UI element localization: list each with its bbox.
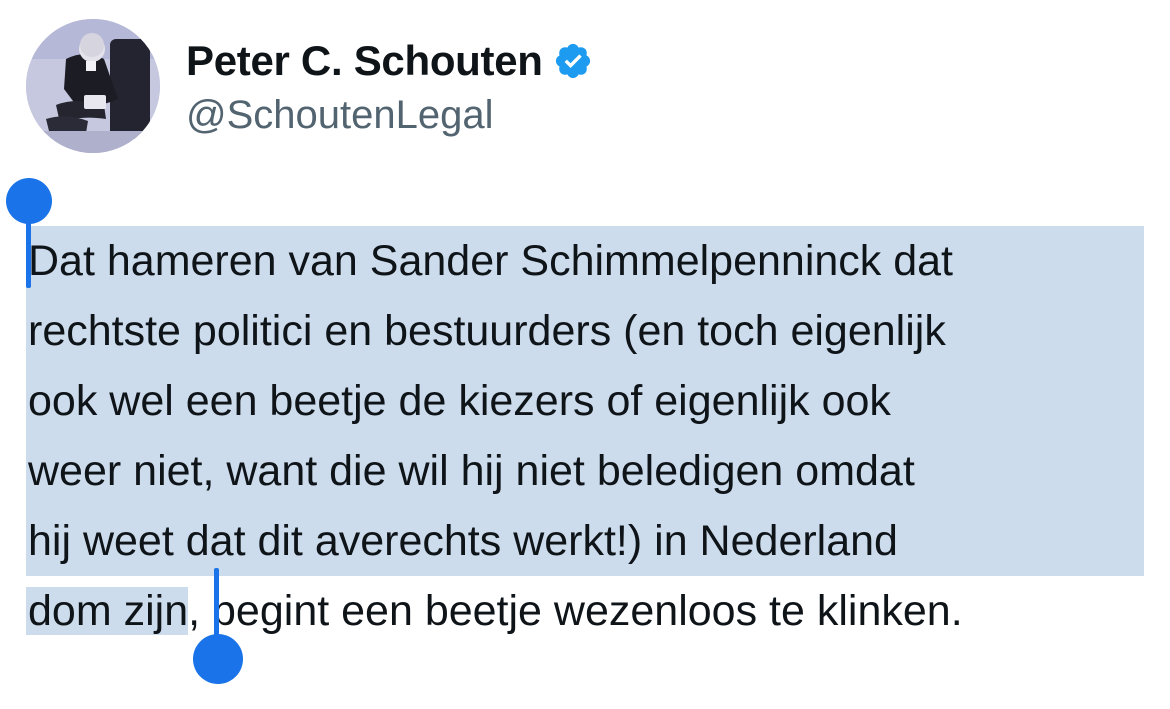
display-name[interactable]: Peter C. Schouten — [186, 37, 543, 85]
selected-text: ook wel een beetje de kiezers of eigenli… — [26, 366, 1144, 436]
selected-text: Dat hameren van Sander Schimmelpenninck … — [26, 226, 1144, 296]
selection-end-handle[interactable] — [193, 634, 243, 684]
selected-text: weer niet, want die wil hij niet beledig… — [26, 436, 1144, 506]
username-handle[interactable]: @SchoutenLegal — [186, 93, 593, 138]
selection-end-caret[interactable] — [214, 568, 219, 640]
tweet-line-5: hij weet dat dit averechts werkt!) in Ne… — [26, 506, 1148, 576]
selected-text: rechtste politici en bestuurders (en toc… — [26, 296, 1144, 366]
tweet-line-6: dom zijn, begint een beetje wezenloos te… — [26, 576, 1148, 646]
avatar-image — [26, 19, 160, 153]
verified-badge-icon[interactable] — [553, 41, 593, 81]
tweet-line-4: weer niet, want die wil hij niet beledig… — [26, 436, 1148, 506]
tweet-header: Peter C. Schouten @SchoutenLegal — [26, 18, 593, 154]
avatar[interactable] — [26, 19, 160, 153]
author-info: Peter C. Schouten @SchoutenLegal — [186, 35, 593, 138]
unselected-text: , begint een beetje wezenloos te klinken… — [188, 587, 963, 635]
tweet-text[interactable]: Dat hameren van Sander Schimmelpenninck … — [26, 226, 1148, 646]
tweet-line-3: ook wel een beetje de kiezers of eigenli… — [26, 366, 1148, 436]
tweet-line-2: rechtste politici en bestuurders (en toc… — [26, 296, 1148, 366]
selected-text: hij weet dat dit averechts werkt!) in Ne… — [26, 506, 1144, 576]
selected-text: dom zijn — [26, 587, 189, 635]
display-name-row: Peter C. Schouten — [186, 35, 593, 87]
selection-start-handle[interactable] — [6, 178, 52, 224]
tweet-line-1: Dat hameren van Sander Schimmelpenninck … — [26, 226, 1148, 296]
